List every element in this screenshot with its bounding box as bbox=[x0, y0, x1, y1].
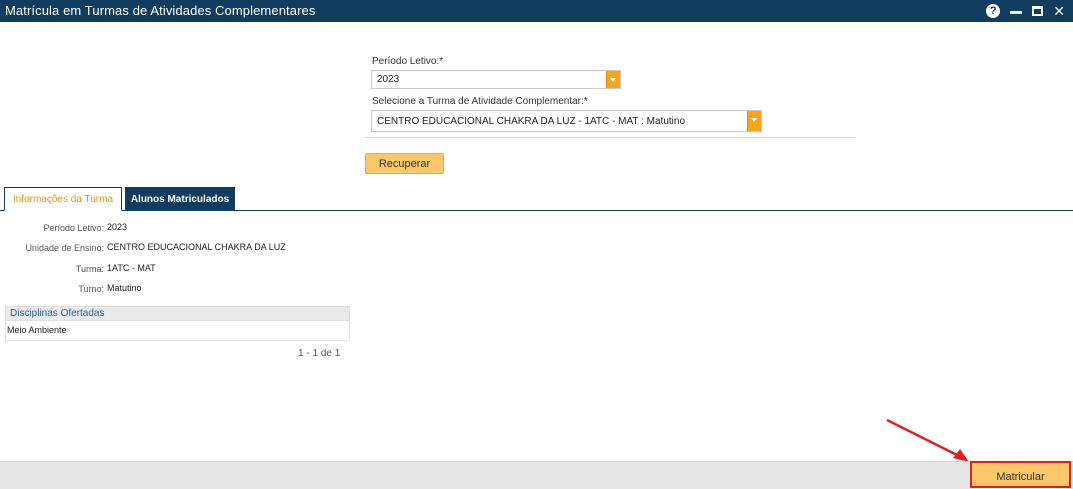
info-turma-label: Turma: bbox=[75, 264, 104, 274]
annotation-arrow bbox=[886, 418, 969, 462]
chevron-down-icon[interactable] bbox=[606, 71, 620, 88]
table-row[interactable]: Meio Ambiente bbox=[5, 322, 350, 341]
info-turno-value: Matutino bbox=[107, 283, 142, 293]
minimize-icon[interactable] bbox=[1010, 10, 1023, 14]
periodo-letivo-value: 2023 bbox=[377, 74, 400, 85]
matricular-button[interactable]: Matricular bbox=[970, 461, 1071, 488]
tab-informacoes-turma[interactable]: Informações da Turma bbox=[4, 187, 122, 211]
window-title: Matrícula em Turmas de Atividades Comple… bbox=[5, 3, 316, 18]
pager-info: 1 - 1 de 1 bbox=[298, 348, 341, 359]
turma-label: Selecione a Turma de Atividade Complemen… bbox=[372, 96, 588, 107]
info-unidade-value: CENTRO EDUCACIONAL CHAKRA DA LUZ bbox=[107, 242, 286, 252]
footer-bar bbox=[0, 461, 1073, 489]
chevron-down-icon[interactable] bbox=[747, 111, 761, 131]
help-icon[interactable]: ? bbox=[986, 4, 1001, 18]
turma-select[interactable]: CENTRO EDUCACIONAL CHAKRA DA LUZ - 1ATC … bbox=[371, 110, 762, 132]
disciplinas-header[interactable]: Disciplinas Ofertadas bbox=[5, 306, 350, 321]
maximize-icon[interactable] bbox=[1032, 6, 1044, 16]
info-turno-label: Turno: bbox=[78, 284, 104, 294]
tab-alunos-matriculados[interactable]: Alunos Matriculados bbox=[125, 187, 235, 211]
recuperar-button[interactable]: Recuperar bbox=[365, 153, 444, 174]
form-divider bbox=[365, 137, 855, 138]
close-icon[interactable]: ✕ bbox=[1053, 4, 1065, 18]
info-periodo-label: Período Letivo: bbox=[43, 223, 104, 233]
title-bar: Matrícula em Turmas de Atividades Comple… bbox=[0, 0, 1073, 22]
window-controls: ? ✕ bbox=[986, 2, 1065, 20]
info-turma-value: 1ATC - MAT bbox=[107, 263, 156, 273]
periodo-letivo-label: Período Letivo:* bbox=[372, 56, 444, 67]
turma-value: CENTRO EDUCACIONAL CHAKRA DA LUZ - 1ATC … bbox=[377, 116, 686, 127]
info-periodo-value: 2023 bbox=[107, 222, 128, 232]
periodo-letivo-select[interactable]: 2023 bbox=[371, 70, 621, 89]
info-unidade-label: Unidade de Ensino: bbox=[25, 243, 104, 253]
